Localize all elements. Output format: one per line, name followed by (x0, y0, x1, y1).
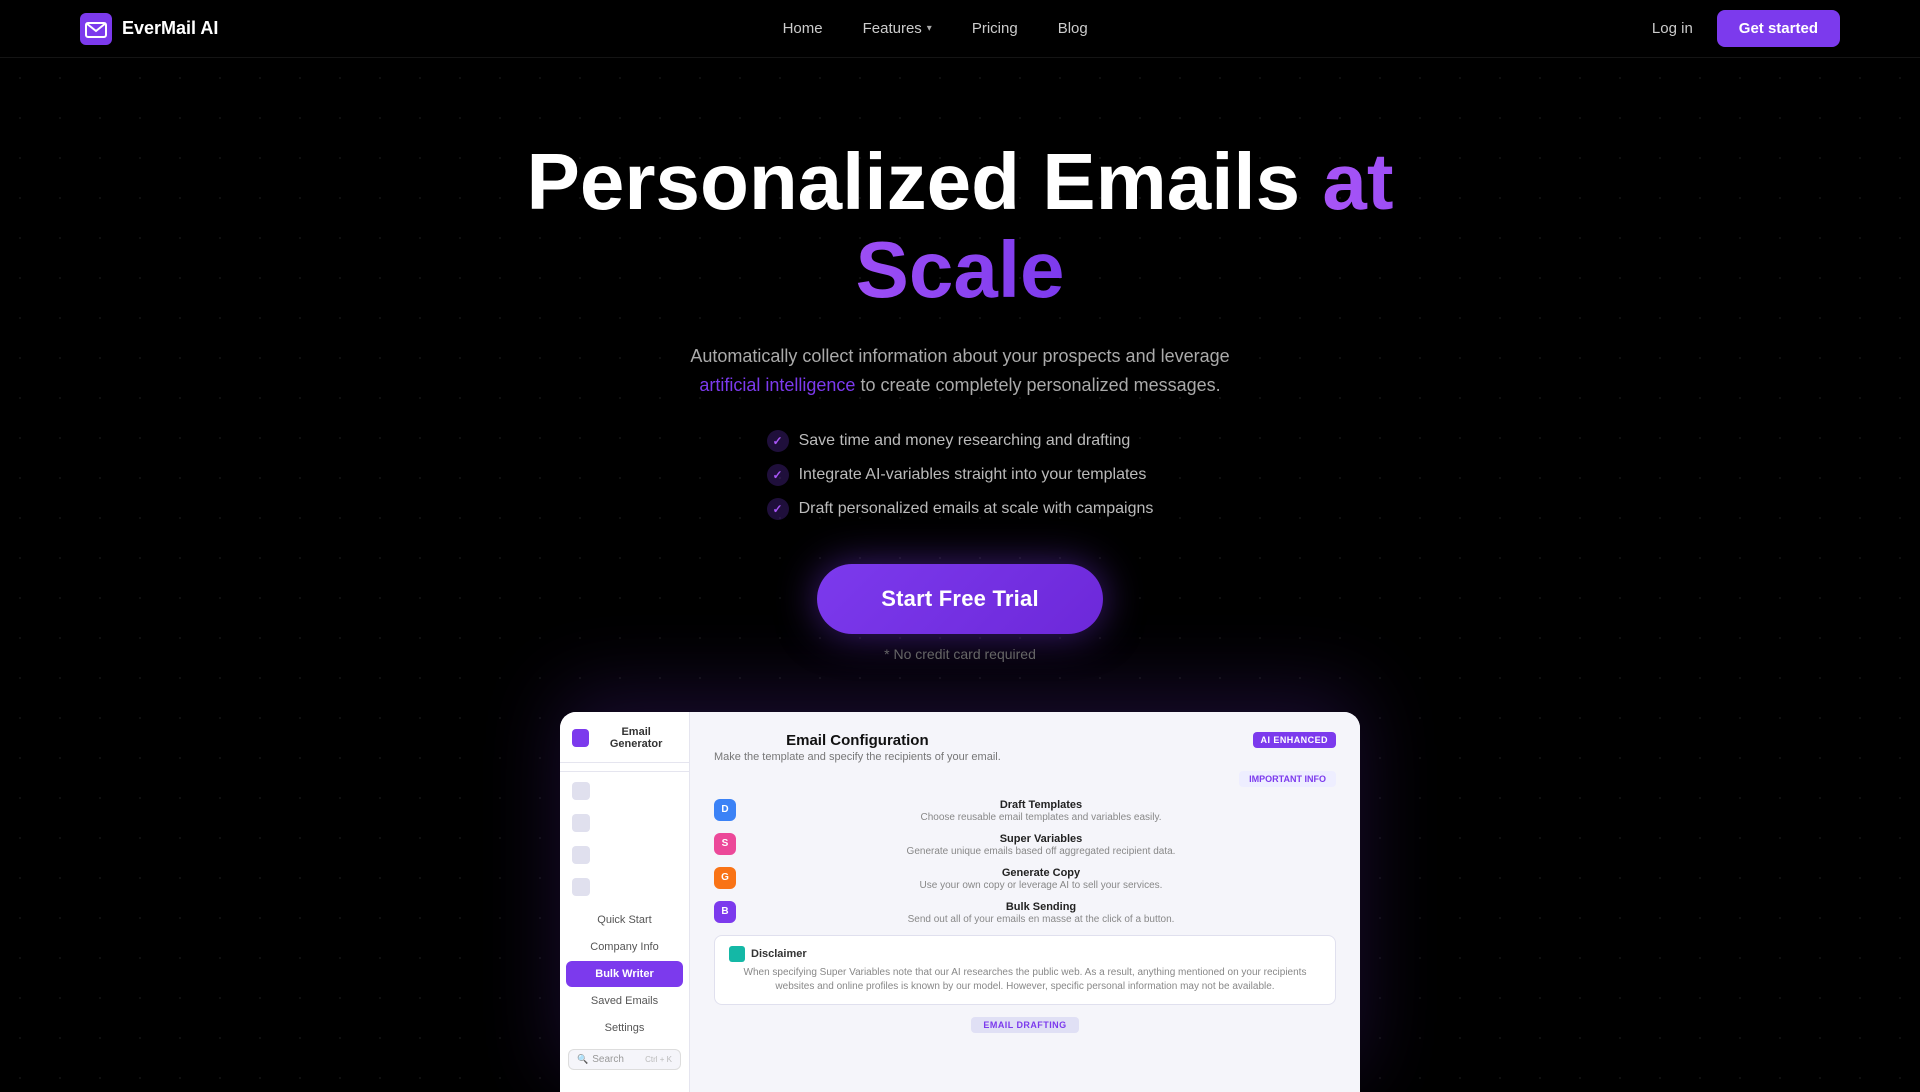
app-sidebar: Email Generator Quick Start Company Info… (560, 712, 690, 1092)
sidebar-icon-1 (572, 782, 590, 800)
feature-desc-1: Choose reusable email templates and vari… (746, 812, 1336, 823)
feature-bulk-sending: B Bulk Sending Send out all of your emai… (714, 901, 1336, 925)
hero-checklist: Save time and money researching and draf… (767, 430, 1154, 520)
check-icon-1 (767, 430, 789, 452)
checklist-item-2: Integrate AI-variables straight into you… (767, 464, 1154, 486)
disclaimer-box: Disclaimer When specifying Super Variabl… (714, 935, 1336, 1005)
check-icon-2 (767, 464, 789, 486)
nav-right: Log in Get started (1652, 10, 1840, 47)
feature-desc-3: Use your own copy or leverage AI to sell… (746, 880, 1336, 891)
disclaimer-title-text: Disclaimer (751, 948, 807, 960)
check-icon-3 (767, 498, 789, 520)
app-main: Email Configuration Make the template an… (690, 712, 1360, 1092)
nav-blog[interactable]: Blog (1058, 20, 1088, 37)
ai-link[interactable]: artificial intelligence (699, 375, 855, 395)
hero-title-text: Personalized Emails (526, 137, 1322, 226)
sidebar-icon-3 (572, 846, 590, 864)
sidebar-item-quick-start[interactable]: Quick Start (566, 907, 683, 933)
login-link[interactable]: Log in (1652, 20, 1693, 37)
hero-title: Personalized Emails at Scale (510, 138, 1410, 314)
disclaimer-text: When specifying Super Variables note tha… (729, 966, 1321, 994)
nav-features[interactable]: Features ▾ (863, 20, 932, 37)
start-free-trial-button[interactable]: Start Free Trial (817, 564, 1103, 634)
hero-subtitle: Automatically collect information about … (660, 342, 1260, 400)
feature-name-4: Bulk Sending (746, 901, 1336, 913)
feature-list: D Draft Templates Choose reusable email … (714, 799, 1336, 925)
nav-pricing[interactable]: Pricing (972, 20, 1018, 37)
super-variables-icon: S (714, 833, 736, 855)
sidebar-icons (560, 771, 689, 906)
draft-templates-icon: D (714, 799, 736, 821)
app-main-subtitle: Make the template and specify the recipi… (714, 751, 1001, 763)
sidebar-item-company-info[interactable]: Company Info (566, 934, 683, 960)
bulk-sending-icon: B (714, 901, 736, 923)
ai-enhanced-badge: AI ENHANCED (1253, 732, 1336, 748)
sidebar-item-settings[interactable]: Settings (566, 1015, 683, 1041)
sidebar-header: Email Generator (560, 726, 689, 763)
feature-desc-2: Generate unique emails based off aggrega… (746, 846, 1336, 857)
feature-name-1: Draft Templates (746, 799, 1336, 811)
logo-text: EverMail AI (122, 18, 218, 39)
feature-desc-4: Send out all of your emails en masse at … (746, 914, 1336, 925)
hero-cta-wrap: Start Free Trial * No credit card requir… (817, 564, 1103, 662)
nav-home[interactable]: Home (783, 20, 823, 37)
logo-icon (80, 13, 112, 45)
sidebar-search[interactable]: 🔍 Search Ctrl + K (568, 1049, 681, 1070)
sidebar-logo-text: Email Generator (595, 726, 677, 750)
navbar: EverMail AI Home Features ▾ Pricing Blog… (0, 0, 1920, 58)
checklist-item-3: Draft personalized emails at scale with … (767, 498, 1154, 520)
get-started-button[interactable]: Get started (1717, 10, 1840, 47)
sidebar-icon-2 (572, 814, 590, 832)
sidebar-logo-icon (572, 729, 589, 747)
important-info-badge: IMPORTANT INFO (1239, 771, 1336, 787)
app-preview: Email Generator Quick Start Company Info… (560, 712, 1360, 1092)
app-main-header: Email Configuration Make the template an… (714, 732, 1336, 763)
sidebar-item-bulk-writer[interactable]: Bulk Writer (566, 961, 683, 987)
search-icon: 🔍 (577, 1054, 588, 1065)
disclaimer-icon (729, 946, 745, 962)
hero-section: Personalized Emails at Scale Automatical… (0, 58, 1920, 1092)
sidebar-item-saved-emails[interactable]: Saved Emails (566, 988, 683, 1014)
generate-copy-icon: G (714, 867, 736, 889)
feature-generate-copy: G Generate Copy Use your own copy or lev… (714, 867, 1336, 891)
feature-name-2: Super Variables (746, 833, 1336, 845)
nav-links: Home Features ▾ Pricing Blog (783, 20, 1088, 38)
checklist-item-1: Save time and money researching and draf… (767, 430, 1154, 452)
app-main-title: Email Configuration (714, 732, 1001, 749)
feature-draft-templates: D Draft Templates Choose reusable email … (714, 799, 1336, 823)
nav-logo[interactable]: EverMail AI (80, 13, 218, 45)
sidebar-icon-4 (572, 878, 590, 896)
chevron-down-icon: ▾ (927, 23, 932, 34)
no-credit-card-note: * No credit card required (884, 646, 1036, 662)
email-drafting-badge: EMAIL DRAFTING (971, 1017, 1078, 1033)
feature-super-variables: S Super Variables Generate unique emails… (714, 833, 1336, 857)
feature-name-3: Generate Copy (746, 867, 1336, 879)
bottom-badge-wrap: EMAIL DRAFTING (714, 1015, 1336, 1033)
